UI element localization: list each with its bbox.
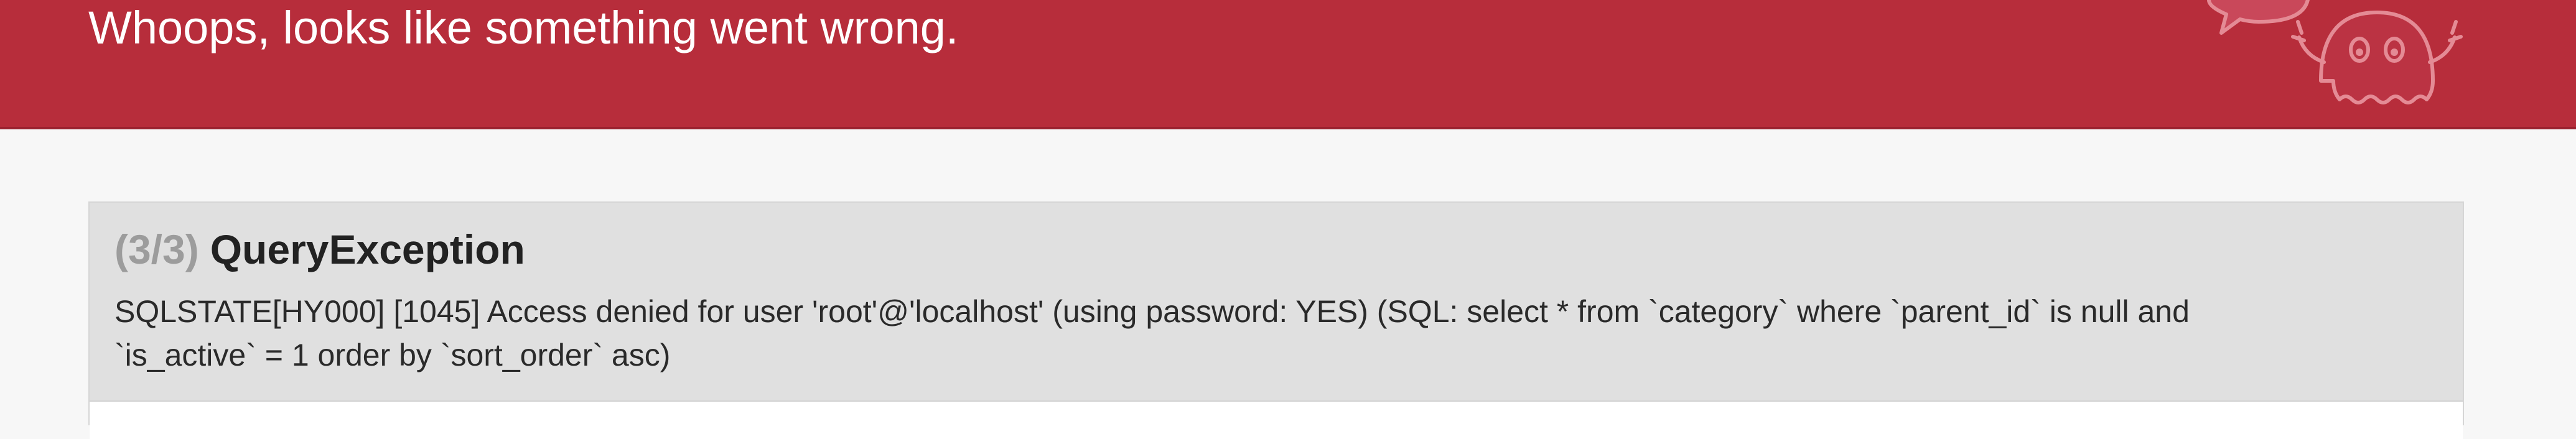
stack-trace-area [90, 400, 2463, 439]
exception-message-line: SQLSTATE[HY000] [1045] Access denied for… [114, 294, 2190, 329]
exception-message: SQLSTATE[HY000] [1045] Access denied for… [114, 290, 2417, 377]
exception-title: (3/3) QueryException [114, 224, 525, 274]
exception-counter: (3/3) [114, 226, 199, 272]
error-headline: Whoops, looks like something went wrong. [88, 2, 959, 53]
ghost-mascot-icon [2207, 0, 2463, 104]
exception-message-line: `is_active` = 1 order by `sort_order` as… [114, 338, 671, 372]
exception-type: QueryException [210, 226, 525, 272]
error-header: Whoops, looks like something went wrong. [0, 0, 2576, 129]
exception-panel: (3/3) QueryException SQLSTATE[HY000] [104… [88, 201, 2464, 439]
